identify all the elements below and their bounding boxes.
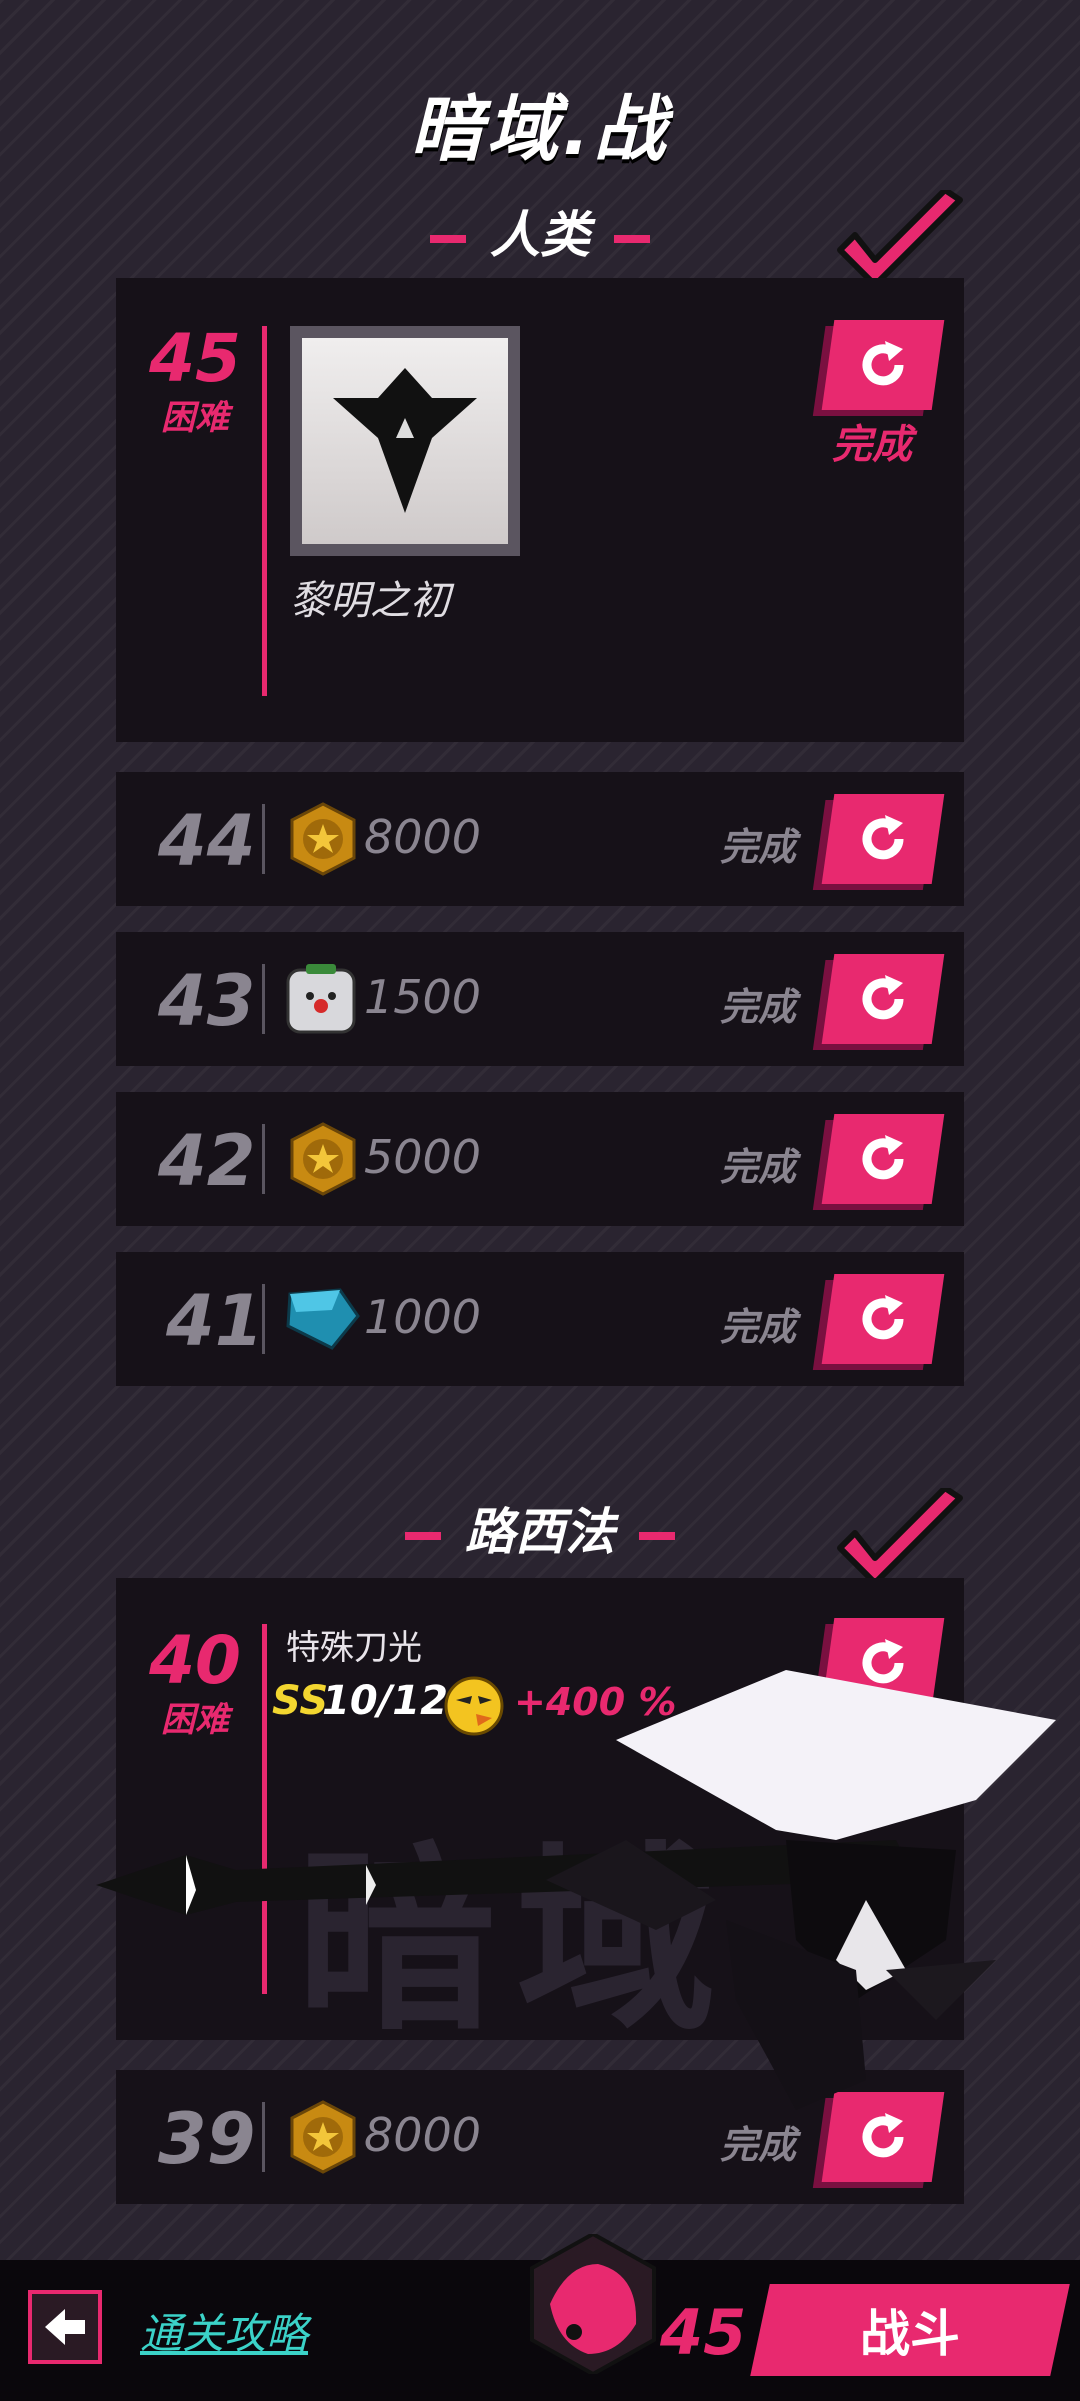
gold-star-coin-icon (290, 1122, 356, 1196)
energy-count: 45 (660, 2296, 747, 2369)
status-label: 完成 (720, 985, 797, 1029)
character-avatar-icon (530, 2234, 656, 2374)
divider-line (262, 326, 267, 696)
reward-amount: 5000 (364, 1130, 482, 1184)
level-number: 44 (158, 800, 256, 882)
level-number: 43 (158, 960, 256, 1042)
level-number: 41 (166, 1280, 264, 1362)
fight-label: 战斗 (860, 2305, 960, 2363)
divider-line (262, 804, 265, 874)
dark-emblem-icon (333, 368, 477, 513)
status-label: 完成 (720, 1145, 797, 1189)
back-button[interactable] (28, 2290, 102, 2364)
section-label: 路西法 (465, 1503, 615, 1561)
replay-button[interactable] (821, 320, 945, 410)
level-row[interactable]: 43 1500 完成 (116, 932, 964, 1066)
refresh-icon (862, 1295, 904, 1340)
level-row[interactable]: 42 5000 完成 (116, 1092, 964, 1226)
page-title: 暗域.战 (410, 87, 670, 171)
item-name: 黎明之初 (290, 578, 450, 624)
arrow-left-icon (45, 2309, 85, 2345)
replay-button[interactable] (821, 1274, 945, 1364)
section-label: 人类 (490, 206, 590, 264)
divider-line (262, 1284, 265, 1354)
refresh-icon (862, 975, 904, 1020)
replay-button[interactable] (821, 1114, 945, 1204)
item-image (302, 338, 508, 544)
level-row[interactable]: 44 8000 完成 (116, 772, 964, 906)
guide-link[interactable]: 通关攻略 (140, 2300, 308, 2361)
reward-amount: 1500 (364, 970, 482, 1024)
gold-star-coin-icon (290, 802, 356, 876)
ghost-avatar-icon (286, 964, 356, 1034)
status-label: 完成 (720, 825, 797, 869)
replay-button[interactable] (821, 794, 945, 884)
replay-button[interactable] (821, 954, 945, 1044)
status-label: 完成 (720, 1305, 797, 1349)
reward-amount: 8000 (364, 810, 482, 864)
divider-line (262, 964, 265, 1034)
bottom-bar: 通关攻略 45 战斗 (0, 2234, 1080, 2401)
status-label: 完成 (832, 422, 912, 468)
level-row[interactable]: 41 1000 完成 (116, 1252, 964, 1386)
refresh-icon (862, 1135, 904, 1180)
reward-amount: 1000 (364, 1290, 482, 1344)
difficulty-label: 困难 (161, 398, 229, 438)
divider-line (262, 1124, 265, 1194)
fight-button[interactable]: 战斗 (750, 2284, 1070, 2376)
level-number: 45 (149, 320, 241, 397)
item-frame[interactable] (290, 326, 520, 556)
refresh-icon (862, 341, 904, 386)
blue-gem-icon (286, 1288, 360, 1350)
level-number: 42 (158, 1120, 256, 1202)
featured-level-card[interactable]: 45 困难 黎明之初 完成 (116, 278, 964, 742)
refresh-icon (862, 815, 904, 860)
scythe-weapon-image (96, 1670, 1056, 2110)
